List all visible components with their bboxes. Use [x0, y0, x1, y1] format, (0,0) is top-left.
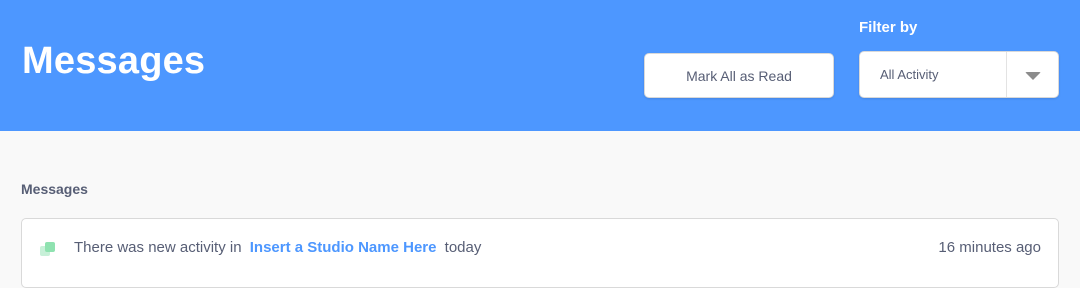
chevron-down-icon[interactable] — [1025, 72, 1041, 80]
filter-dropdown[interactable]: All Activity — [859, 51, 1059, 98]
page-title: Messages — [22, 40, 206, 82]
studio-link[interactable]: Insert a Studio Name Here — [250, 239, 437, 256]
studio-icon — [40, 242, 56, 258]
message-text: There was new activity in Insert a Studi… — [74, 239, 481, 256]
messages-header: Messages Mark All as Read Filter by All … — [0, 0, 1080, 131]
message-text-after: today — [444, 239, 482, 256]
message-text-before: There was new activity in — [74, 239, 242, 256]
section-title: Messages — [21, 181, 88, 197]
filter-divider — [1006, 52, 1007, 97]
mark-all-read-button[interactable]: Mark All as Read — [644, 53, 834, 98]
filter-label: Filter by — [859, 19, 918, 36]
message-timestamp: 16 minutes ago — [938, 239, 1041, 256]
filter-selected-value: All Activity — [880, 67, 939, 82]
list-item: There was new activity in Insert a Studi… — [22, 219, 1058, 277]
message-list: There was new activity in Insert a Studi… — [21, 218, 1059, 288]
